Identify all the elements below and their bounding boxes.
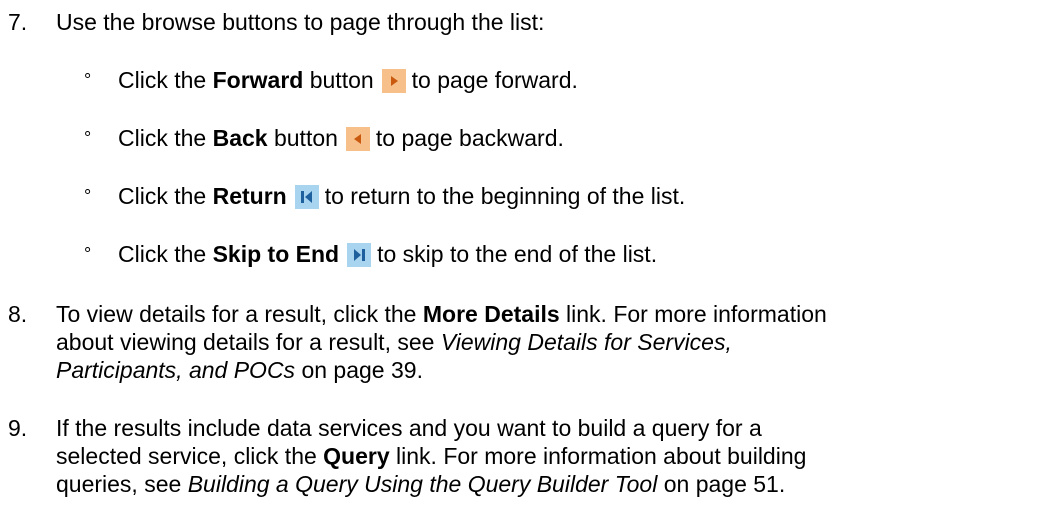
step-number: 9.	[8, 415, 28, 441]
skip-to-end-icon[interactable]	[347, 243, 372, 267]
step-number: 7.	[8, 9, 28, 35]
skip-to-end-label: Skip to End	[212, 241, 340, 267]
bullet: °	[84, 186, 92, 206]
step-number: 8.	[8, 301, 28, 327]
cross-reference: Building a Query Using the Query Builder…	[187, 471, 658, 497]
back-icon[interactable]	[345, 127, 370, 151]
return-label: Return	[212, 183, 287, 209]
more-details-label: More Details	[422, 301, 560, 327]
step-text: Use the browse buttons to page through t…	[56, 9, 545, 35]
query-label: Query	[323, 443, 390, 469]
bullet: °	[84, 70, 92, 90]
back-label: Back	[212, 125, 268, 151]
bullet: °	[84, 128, 92, 148]
cross-reference: Participants, and POCs	[56, 357, 296, 383]
bullet: °	[84, 244, 92, 264]
return-to-start-icon[interactable]	[294, 185, 319, 209]
cross-reference: Viewing Details for Services,	[440, 329, 732, 355]
forward-label: Forward	[212, 67, 304, 93]
forward-icon[interactable]	[381, 69, 406, 93]
